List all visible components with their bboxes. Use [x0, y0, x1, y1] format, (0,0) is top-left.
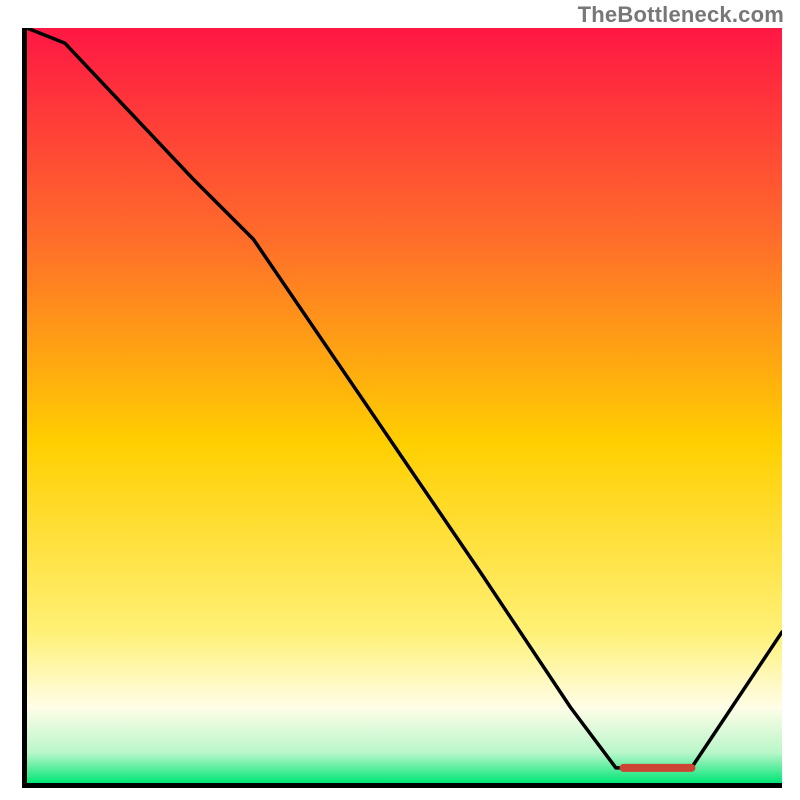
chart-svg	[27, 28, 782, 783]
chart-plot-area	[22, 28, 782, 788]
chart-background-gradient	[27, 28, 782, 783]
watermark-text: TheBottleneck.com	[578, 2, 784, 28]
